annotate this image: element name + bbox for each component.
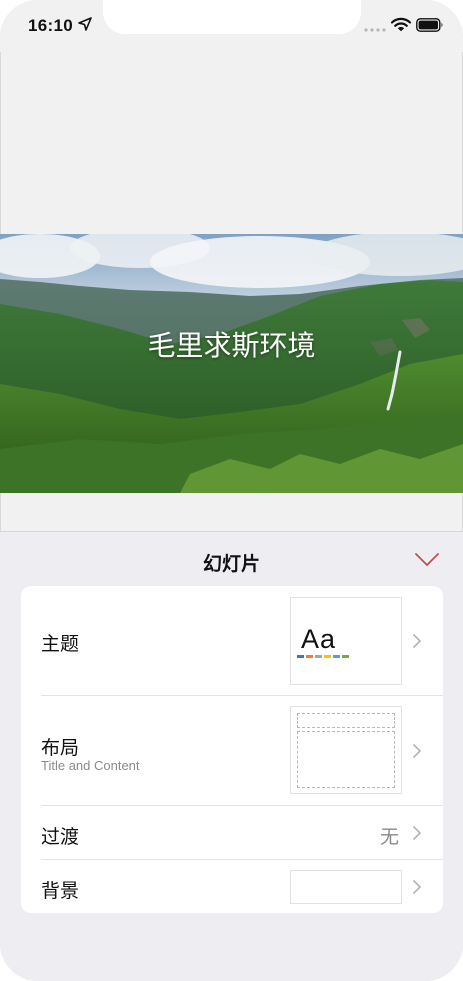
transition-label: 过渡 [41,827,80,848]
location-arrow-icon [78,17,92,31]
status-bar: 16:10 [0,0,463,52]
background-swatch[interactable] [290,870,402,904]
slide-title-text: 毛里求斯环境 [147,330,316,361]
chevron-down-icon[interactable] [414,552,440,568]
background-row[interactable]: 背景 [21,860,443,913]
layout-thumbnail[interactable] [290,706,402,794]
layout-label: 布局 [41,738,80,759]
phone-screen: 16:10 毛里求斯环境 幻灯片 主题 Aa 布局 Title and Cont… [0,0,463,981]
panel-title: 幻灯片 [202,554,260,575]
notch [103,0,361,34]
layout-content-placeholder [297,731,395,788]
chevron-right-icon [413,744,421,758]
battery-icon [416,18,443,32]
chevron-right-icon [413,634,421,648]
theme-sample-text: Aa [301,624,337,654]
theme-label: 主题 [41,634,80,655]
slide-settings-panel: 幻灯片 主题 Aa 布局 Title and Content 过渡 无 背景 [0,531,463,981]
wifi-icon [391,17,411,32]
background-label: 背景 [41,881,80,902]
status-time: 16:10 [28,16,73,35]
layout-row[interactable]: 布局 Title and Content [21,696,443,805]
theme-row[interactable]: 主题 Aa [21,586,443,695]
slide-preview[interactable]: 毛里求斯环境 [0,234,463,493]
layout-title-placeholder [297,713,395,728]
chevron-right-icon [413,826,421,840]
layout-sublabel: Title and Content [41,758,140,773]
chevron-right-icon [413,880,421,894]
theme-color-swatches [297,655,349,658]
transition-row[interactable]: 过渡 无 [21,806,443,859]
theme-thumbnail[interactable]: Aa [290,597,402,685]
transition-value: 无 [380,827,400,848]
signal-dots-icon [364,28,386,32]
settings-card: 主题 Aa 布局 Title and Content 过渡 无 背景 [21,586,443,913]
